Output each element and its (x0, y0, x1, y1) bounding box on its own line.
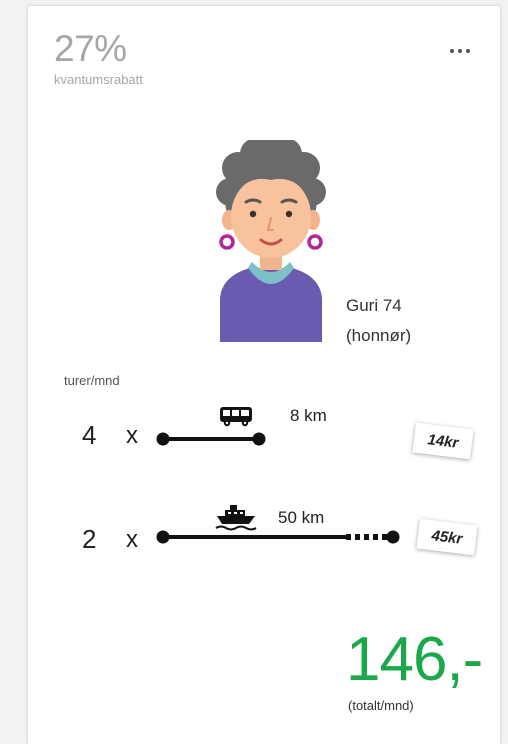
route-2-line (156, 530, 400, 544)
discount-label: kvantumsrabatt (54, 72, 143, 87)
person-type: (honnør) (346, 326, 412, 345)
trips-per-month-label: turer/mnd (64, 373, 120, 388)
route-2-multiplier: x (126, 526, 138, 553)
ferry-icon (215, 505, 257, 531)
bus-icon (220, 407, 252, 427)
route-1-line (156, 432, 266, 446)
route-1-multiplier: x (126, 422, 138, 449)
more-options-button[interactable] (442, 40, 478, 62)
elderly-woman-avatar-icon (216, 140, 326, 342)
person-name: Guri 74 (346, 296, 402, 315)
route-1-trip-count: 4 (82, 420, 97, 450)
more-horizontal-icon (450, 49, 470, 53)
total-label: (totalt/mnd) (348, 698, 414, 713)
route-1-price-tag: 14kr (412, 422, 474, 460)
route-2-distance: 50 km (278, 508, 325, 527)
ticket-card: 27% kvantumsrabatt Guri 74 (honnør) ture… (28, 6, 500, 744)
total-amount: 146,- (346, 625, 483, 694)
route-2-price-tag: 45kr (416, 518, 478, 556)
route-1-distance: 8 km (290, 406, 327, 425)
route-2-trip-count: 2 (82, 524, 97, 554)
discount-percent: 27% (54, 28, 127, 69)
